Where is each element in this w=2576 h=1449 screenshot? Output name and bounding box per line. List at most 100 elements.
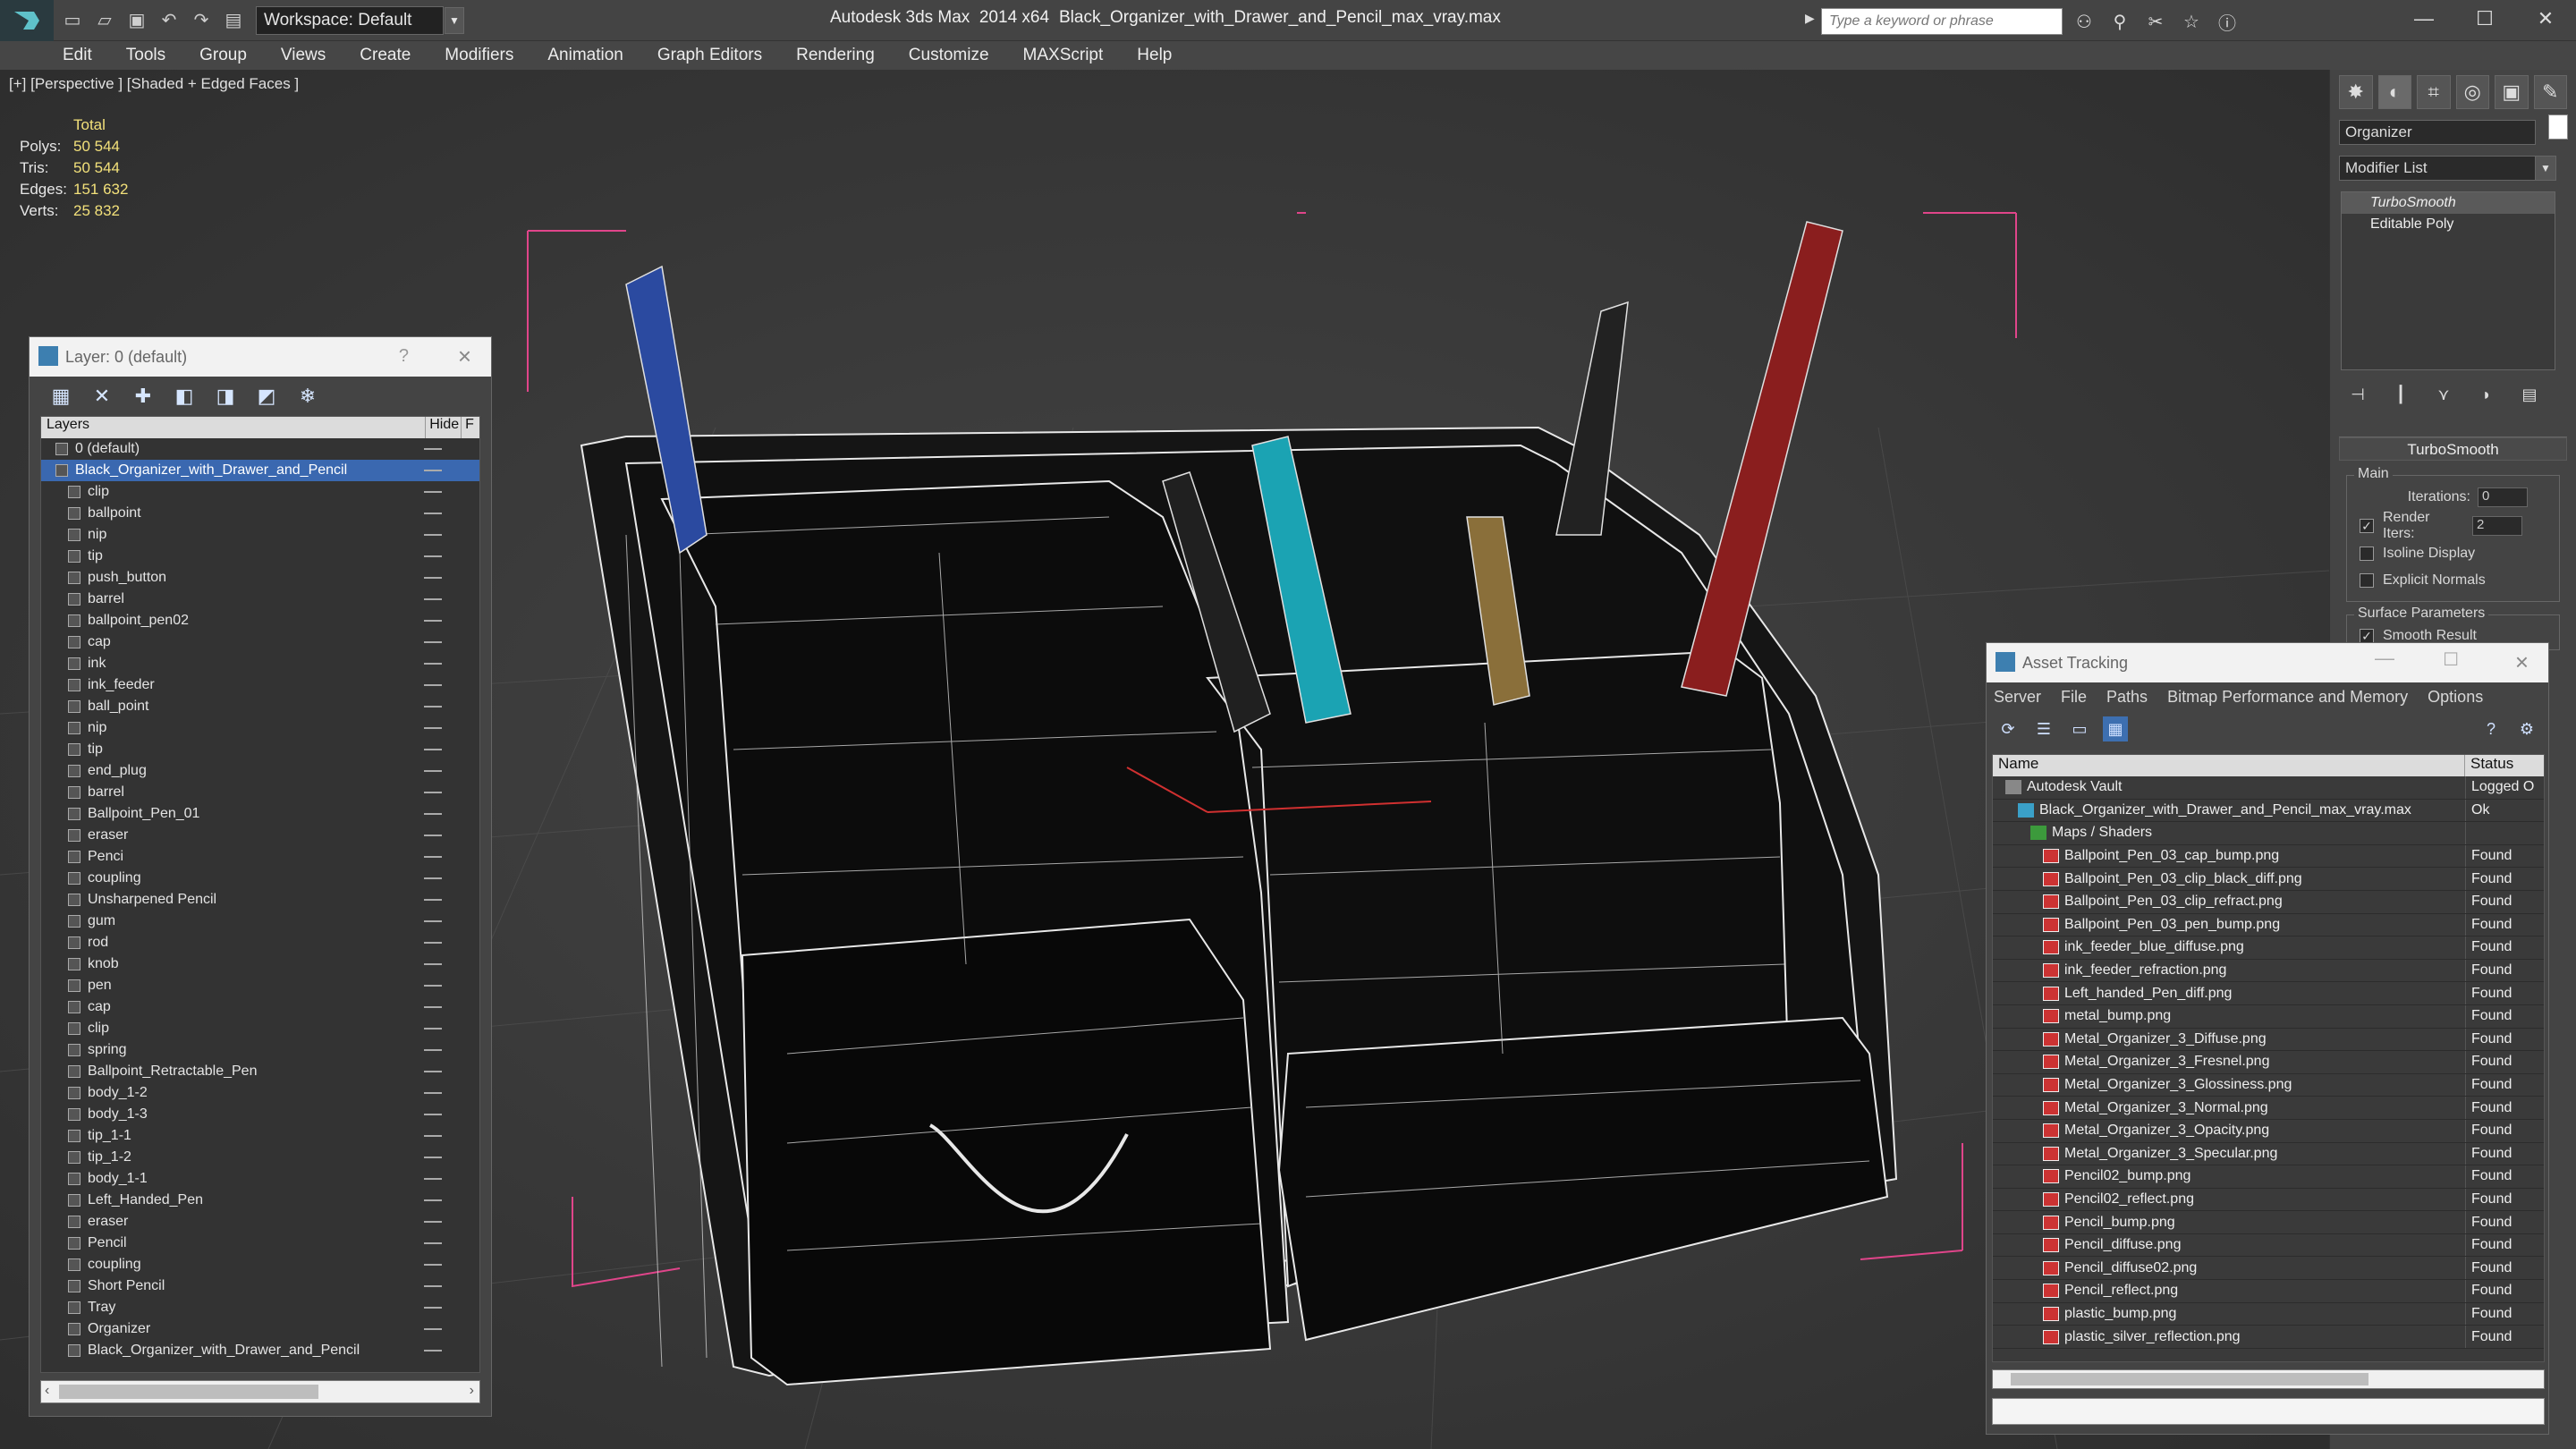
asset-row[interactable]: Metal_Organizer_3_Fresnel.png Found [1993,1051,2544,1074]
delete-layer-icon[interactable]: ✕ [89,383,115,410]
help-icon[interactable]: ⓘ [2213,9,2241,34]
hide-toggle-icon[interactable] [424,1307,442,1309]
menu-maxscript[interactable]: MAXScript [1023,46,1104,65]
layer-row[interactable]: clip [41,481,479,503]
render-iters-checkbox[interactable]: ✓ [2360,519,2374,533]
asset-row[interactable]: Pencil02_bump.png Found [1993,1165,2544,1189]
col-name[interactable]: Name [1993,755,2465,776]
asset-row[interactable]: Metal_Organizer_3_Diffuse.png Found [1993,1028,2544,1052]
remove-modifier-icon[interactable]: ◗ [2475,383,2498,406]
menu-group[interactable]: Group [199,46,247,65]
hide-toggle-icon[interactable] [424,534,442,536]
stack-item-turbosmooth[interactable]: TurboSmooth [2342,192,2555,214]
close-icon[interactable]: × [458,343,471,370]
hide-toggle-icon[interactable] [424,835,442,836]
layer-row[interactable]: Left_Handed_Pen [41,1190,479,1211]
layer-row[interactable]: Black_Organizer_with_Drawer_and_Pencil [41,460,479,481]
asset-row[interactable]: Ballpoint_Pen_03_cap_bump.png Found [1993,844,2544,869]
hide-toggle-icon[interactable] [424,727,442,729]
scroll-right-icon[interactable]: › [470,1383,474,1399]
asset-menu-options[interactable]: Options [2428,688,2483,707]
add-to-layer-icon[interactable]: ✚ [130,383,157,410]
object-color-swatch[interactable] [2548,114,2568,140]
hide-toggle-icon[interactable] [424,1221,442,1223]
make-unique-icon[interactable]: ⋎ [2432,383,2455,406]
menu-rendering[interactable]: Rendering [796,46,875,65]
menu-modifiers[interactable]: Modifiers [445,46,513,65]
asset-menu-bitmap[interactable]: Bitmap Performance and Memory [2167,688,2408,707]
hide-toggle-icon[interactable] [424,1350,442,1352]
layer-row[interactable]: tip_1-2 [41,1147,479,1168]
hide-toggle-icon[interactable] [424,1071,442,1072]
layer-row[interactable]: ballpoint_pen02 [41,610,479,631]
layer-row[interactable]: body_1-2 [41,1082,479,1104]
scroll-left-icon[interactable]: ‹ [45,1383,49,1399]
layer-row[interactable]: eraser [41,1211,479,1233]
display-tab-icon[interactable]: ▣ [2495,75,2529,109]
asset-row[interactable]: Left_handed_Pen_diff.png Found [1993,982,2544,1005]
pin-stack-icon[interactable]: ⊣ [2346,383,2369,406]
asset-row[interactable]: metal_bump.png Found [1993,1004,2544,1029]
layer-row[interactable]: spring [41,1039,479,1061]
layer-row[interactable]: nip [41,717,479,739]
maximize-icon[interactable]: ☐ [2443,648,2459,671]
col-freeze[interactable]: F [462,417,479,438]
layer-row[interactable]: Pencil [41,1233,479,1254]
asset-row[interactable]: ink_feeder_refraction.png Found [1993,959,2544,983]
hide-toggle-icon[interactable] [424,963,442,965]
hide-toggle-icon[interactable] [424,1006,442,1008]
hide-toggle-icon[interactable] [424,899,442,901]
layer-row[interactable]: body_1-1 [41,1168,479,1190]
hide-toggle-icon[interactable] [424,942,442,944]
layer-row[interactable]: end_plug [41,760,479,782]
hide-toggle-icon[interactable] [424,1199,442,1201]
hide-toggle-icon[interactable] [424,1264,442,1266]
asset-row[interactable]: Autodesk Vault Logged O [1993,776,2544,800]
layer-row[interactable]: rod [41,932,479,953]
hide-toggle-icon[interactable] [424,448,442,450]
layer-row[interactable]: coupling [41,1254,479,1275]
hide-toggle-icon[interactable] [424,1328,442,1330]
layer-row[interactable]: push_button [41,567,479,589]
layer-row[interactable]: gum [41,911,479,932]
hide-toggle-icon[interactable] [424,1114,442,1115]
menu-edit[interactable]: Edit [63,46,92,65]
layer-row[interactable]: 0 (default) [41,438,479,460]
maximize-icon[interactable]: ☐ [2454,0,2515,38]
create-layer-icon[interactable]: ▦ [47,383,74,410]
explicit-normals-checkbox[interactable] [2360,573,2374,588]
help-icon[interactable]: ? [2479,716,2504,741]
undo-icon[interactable]: ↶ [156,7,182,34]
create-tab-icon[interactable]: ✸ [2339,75,2373,109]
layer-row[interactable]: nip [41,524,479,546]
layer-dialog-titlebar[interactable]: Layer: 0 (default) ? × [30,337,491,377]
stack-item-editable-poly[interactable]: Editable Poly [2342,214,2555,235]
asset-row[interactable]: ink_feeder_blue_diffuse.png Found [1993,936,2544,960]
hide-toggle-icon[interactable] [424,684,442,686]
chevron-down-icon[interactable]: ▼ [445,6,464,34]
modify-tab-icon[interactable]: ◐ [2377,75,2411,109]
layer-row[interactable]: body_1-3 [41,1104,479,1125]
layer-row[interactable]: tip [41,546,479,567]
hide-toggle-icon[interactable] [424,813,442,815]
asset-row[interactable]: Ballpoint_Pen_03_clip_black_diff.png Foun… [1993,868,2544,891]
asset-row[interactable]: Maps / Shaders [1993,822,2544,845]
layer-row[interactable]: Ballpoint_Retractable_Pen [41,1061,479,1082]
hide-toggle-icon[interactable] [424,985,442,987]
highlight-layer-icon[interactable]: ◨ [212,383,239,410]
layer-row[interactable]: barrel [41,589,479,610]
asset-row[interactable]: Metal_Organizer_3_Normal.png Found [1993,1097,2544,1120]
save-icon[interactable]: ▣ [123,7,150,34]
asset-menu-paths[interactable]: Paths [2106,688,2148,707]
hide-toggle-icon[interactable] [424,555,442,557]
minimize-icon[interactable]: — [2394,0,2454,38]
hide-toggle-icon[interactable] [424,513,442,514]
layer-row[interactable]: cap [41,996,479,1018]
col-status[interactable]: Status [2465,755,2513,776]
hide-toggle-icon[interactable] [424,1028,442,1030]
hide-toggle-icon[interactable] [424,598,442,600]
asset-menu-server[interactable]: Server [1994,688,2041,707]
close-icon[interactable]: ✕ [2515,0,2576,38]
communication-icon[interactable]: ✂ [2141,9,2170,34]
hide-toggle-icon[interactable] [424,470,442,471]
